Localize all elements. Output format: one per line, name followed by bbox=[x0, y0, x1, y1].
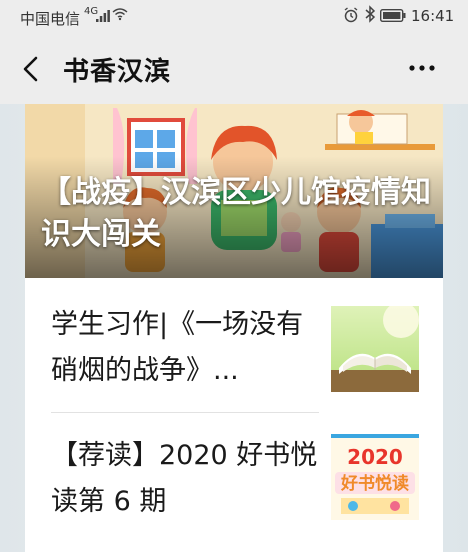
chevron-left-icon bbox=[23, 56, 38, 82]
more-button[interactable] bbox=[402, 50, 442, 86]
article-card: 【战疫】汉滨区少儿馆疫情知识大闯关 学生习作|《一场没有硝烟的战争》... 【荐… bbox=[25, 104, 443, 552]
thumb-year-text: 2020 bbox=[347, 445, 403, 469]
thumb-caption-text: 好书悦读 bbox=[340, 473, 409, 494]
clock: 16:41 bbox=[411, 7, 455, 25]
hero-article[interactable]: 【战疫】汉滨区少儿馆疫情知识大闯关 bbox=[25, 104, 443, 278]
article-item[interactable]: 【荐读】2020 好书悦读第 6 期 2020 好书悦读 bbox=[25, 413, 443, 552]
hero-article-title: 【战疫】汉滨区少儿馆疫情知识大闯关 bbox=[41, 175, 431, 252]
article-item-title: 学生习作|《一场没有硝烟的战争》... bbox=[51, 309, 304, 386]
battery-icon bbox=[380, 9, 406, 22]
article-item-title: 【荐读】2020 好书悦读第 6 期 bbox=[51, 440, 318, 517]
article-thumbnail-open-book bbox=[331, 306, 419, 392]
signal-icon bbox=[96, 10, 110, 22]
status-bar: 中国电信 4G 16:41 bbox=[0, 0, 468, 34]
carrier-label: 中国电信 bbox=[20, 10, 81, 28]
good-books-poster-image: 2020 好书悦读 bbox=[331, 434, 419, 520]
alarm-icon bbox=[344, 7, 358, 23]
bluetooth-icon bbox=[364, 5, 376, 27]
page-title: 书香汉滨 bbox=[63, 57, 172, 87]
wifi-icon bbox=[112, 6, 128, 26]
nav-bar: 书香汉滨 bbox=[0, 34, 468, 104]
open-book-image bbox=[331, 306, 419, 392]
article-item[interactable]: 学生习作|《一场没有硝烟的战争》... bbox=[25, 278, 443, 413]
back-button[interactable] bbox=[14, 50, 50, 86]
article-thumbnail-good-books: 2020 好书悦读 bbox=[331, 434, 419, 520]
more-horizontal-icon bbox=[409, 65, 435, 71]
